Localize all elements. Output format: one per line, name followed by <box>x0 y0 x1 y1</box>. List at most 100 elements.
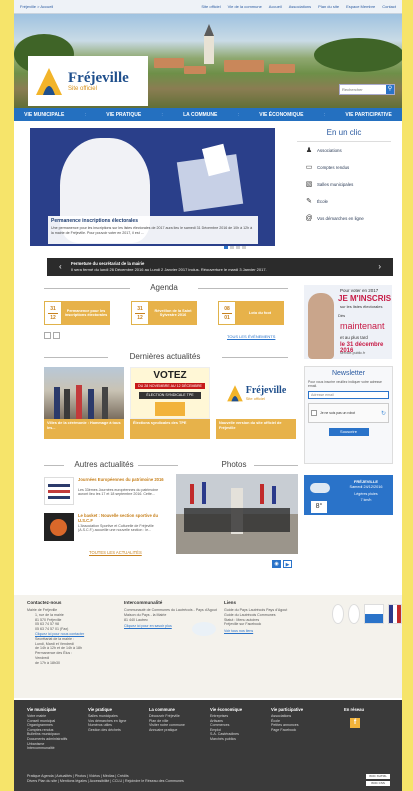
quick-link-label: Vos démarches en ligne <box>317 216 364 221</box>
agenda-day: 31 <box>50 305 56 312</box>
quick-links-panel: En un clic ♟ Associations ▭ Comptes rend… <box>297 128 391 246</box>
agenda-label: Réveillon de la Saint Sylvestre 2016 <box>149 301 197 325</box>
video-icon[interactable]: ▶ <box>283 560 292 568</box>
republique-logo[interactable] <box>388 604 402 624</box>
footer-interco-title: Intercommunalité <box>124 600 163 605</box>
facebook-icon[interactable]: f <box>350 718 360 728</box>
chevron-right-icon[interactable]: › <box>378 262 381 271</box>
sitemap-link[interactable]: Intercommunalité <box>27 746 67 751</box>
partner-logo[interactable] <box>364 604 384 624</box>
top-link[interactable]: Associations <box>289 4 311 9</box>
slide-caption[interactable]: Permanence inscriptions électorales Une … <box>48 216 258 244</box>
agenda-item[interactable]: 31 12 Réveillon de la Saint Sylvestre 201… <box>131 301 197 325</box>
news-card-caption: Villes de la cérémonie : Hommage à tous … <box>44 419 124 439</box>
top-link[interactable]: Site officiel <box>201 4 220 9</box>
top-link[interactable]: Vie de la commune <box>228 4 262 9</box>
quick-link-associations[interactable]: ♟ Associations <box>297 142 391 159</box>
sitemap-column: Vie économique Entreprises Artisans Comm… <box>210 707 242 742</box>
logo-text: Fréjeville Site officiel <box>68 70 129 92</box>
sitemap-link[interactable]: Documents administratifs <box>27 737 67 742</box>
w3c-badge[interactable]: W3C XHTML <box>366 774 390 779</box>
agenda-month: 12 <box>137 314 143 321</box>
footer-link-item[interactable]: Fréjeville sur Facebook <box>224 622 314 627</box>
sitemap-link[interactable]: Gestion des déchets <box>88 728 126 733</box>
nav-separator: : <box>84 111 86 118</box>
partner-logo[interactable] <box>348 604 360 624</box>
sitemap-heading[interactable]: La commune <box>149 707 185 712</box>
nav-vie-participative[interactable]: Vie participative <box>345 112 391 118</box>
nav-vie-pratique[interactable]: Vie pratique <box>106 112 141 118</box>
news-card[interactable]: Fréjeville Site officiel Nouvelle versio… <box>216 367 296 439</box>
card-logo-subtitle: Site officiel <box>245 396 266 401</box>
agenda-label: Permanence pour les inscriptions élector… <box>62 301 110 325</box>
news-card-image: VOTEZ DU 28 NOVEMBRE AU 12 DÉCEMBRE ÉLEC… <box>130 367 210 419</box>
quick-link-comptes-rendus[interactable]: ▭ Comptes rendus <box>297 159 391 176</box>
slider-pager <box>224 246 246 249</box>
agenda-next-button[interactable] <box>53 332 60 339</box>
nav-la-commune[interactable]: La commune <box>183 112 217 118</box>
poster-votez: VOTEZ <box>153 370 187 381</box>
nav-vie-municipale[interactable]: Vie municipale <box>24 112 64 118</box>
captcha-widget[interactable]: Je ne suis pas un robot ↻ <box>308 403 389 423</box>
agenda-item[interactable]: 31 12 Permanence pour les inscriptions él… <box>44 301 110 325</box>
agenda-day: 31 <box>137 305 143 312</box>
quick-link-ecole[interactable]: ✎ École <box>297 193 391 210</box>
subscribe-button[interactable]: Souscrire <box>328 428 369 436</box>
sitemap-heading[interactable]: Vie économique <box>210 707 242 712</box>
sitemap-heading[interactable]: Vie pratique <box>88 707 126 712</box>
newsletter-email-input[interactable]: Adresse email <box>308 391 389 399</box>
sitemap-link[interactable]: Marchés publics <box>210 737 242 742</box>
agenda-prev-button[interactable] <box>44 332 51 339</box>
news-card[interactable]: Villes de la cérémonie : Hommage à tous … <box>44 367 124 439</box>
chevron-left-icon[interactable]: ‹ <box>59 262 62 271</box>
all-links-link[interactable]: Voir tous nos liens <box>224 629 314 634</box>
agenda-item[interactable]: 08 01 Loto du foot <box>218 301 284 325</box>
footer-divers-links[interactable]: Divers Plan du site | Mentions légales |… <box>27 779 327 784</box>
sitemap-link[interactable]: Page Facebook <box>271 728 303 733</box>
search-input[interactable] <box>340 87 386 92</box>
breadcrumb[interactable]: Fréjeville > Accueil <box>20 4 201 9</box>
nav-vie-economique[interactable]: Vie économique <box>259 112 303 118</box>
sitemap-heading[interactable]: Vie participative <box>271 707 303 712</box>
captcha-label: Je ne suis pas un robot <box>320 411 356 415</box>
top-link[interactable]: Contact <box>382 4 396 9</box>
top-link[interactable]: Plan du site <box>318 4 339 9</box>
other-news-item[interactable]: Journées Européennes du patrimoine 2016 … <box>44 477 170 509</box>
news-card-image: Fréjeville Site officiel <box>216 367 296 419</box>
sitemap-link[interactable]: Découvrir Fréjeville <box>149 714 185 719</box>
partner-logo[interactable] <box>332 604 344 624</box>
news-card[interactable]: VOTEZ DU 28 NOVEMBRE AU 12 DÉCEMBRE ÉLEC… <box>130 367 210 439</box>
news-card-image <box>44 367 124 419</box>
camera-icon[interactable]: ◉ <box>272 560 281 568</box>
logo-arch-icon <box>226 385 243 402</box>
sitemap-heading[interactable]: Vie municipale <box>27 707 67 712</box>
quick-link-label: Comptes rendus <box>317 165 350 170</box>
other-news-item[interactable]: Le basket : Nouvelle section sportive du… <box>44 513 170 545</box>
top-link[interactable]: Accueil <box>269 4 282 9</box>
footer-line: de 17h à 18h30 <box>35 660 60 665</box>
all-events-link[interactable]: TOUS LES ÉVÉNEMENTS <box>227 334 275 339</box>
all-news-link[interactable]: TOUTES LES ACTUALITÉS <box>89 550 142 555</box>
search-icon[interactable]: ⚲ <box>386 85 394 94</box>
electoral-registration-ad[interactable]: Pour voter en 2017 JE M'INSCRIS sur les … <box>304 285 392 359</box>
top-link[interactable]: Espace Membre <box>346 4 375 9</box>
flash-title[interactable]: Fermeture du secrétariat de la mairie <box>71 261 144 266</box>
slider-dot[interactable] <box>236 246 240 249</box>
slider-dot[interactable] <box>224 246 228 249</box>
ad-source: service-public.fr <box>340 351 366 355</box>
agenda-label: Loto du foot <box>236 301 284 325</box>
quick-link-salles[interactable]: ▧ Salles municipales <box>297 176 391 193</box>
slider-dot[interactable] <box>242 246 246 249</box>
captcha-checkbox[interactable] <box>311 410 317 416</box>
validation-badges: W3C XHTML W3C CSS <box>366 774 390 786</box>
photo-gallery-image[interactable] <box>176 474 298 554</box>
site-logo[interactable]: Fréjeville Site officiel <box>28 56 148 106</box>
nav-separator: : <box>161 111 163 118</box>
at-icon: @ <box>305 214 313 222</box>
sitemap-link[interactable]: Annuaire pratique <box>149 728 185 733</box>
ad-text: et au plus tard <box>340 335 368 340</box>
w3c-badge[interactable]: W3C CSS <box>366 781 390 786</box>
heritage-days-thumbnail <box>44 477 74 505</box>
slider-dot[interactable] <box>230 246 234 249</box>
quick-link-demarches[interactable]: @ Vos démarches en ligne <box>297 210 391 227</box>
